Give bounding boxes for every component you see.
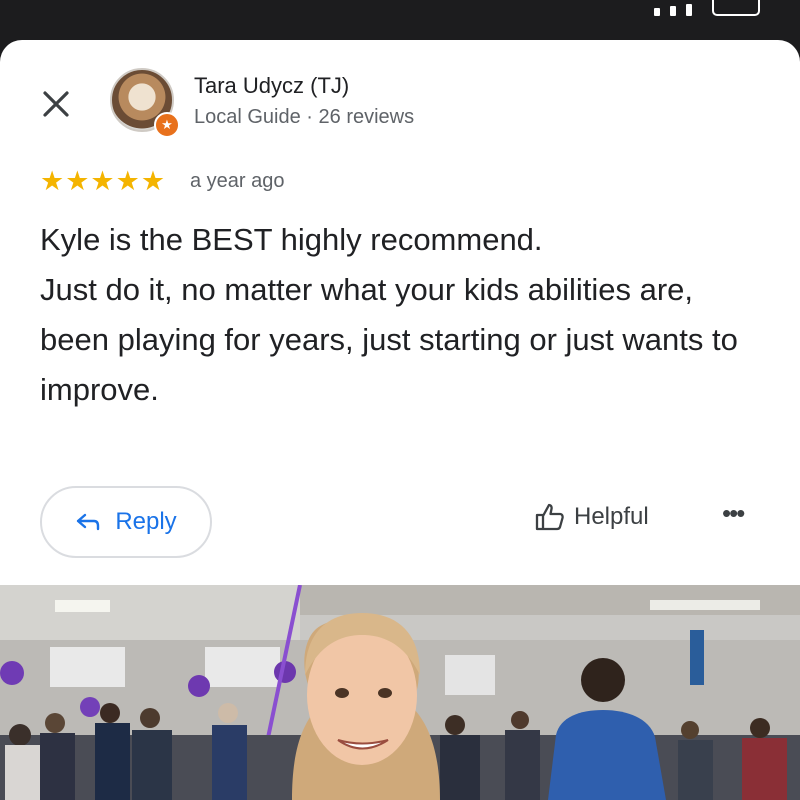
review-text: Kyle is the BEST highly recommend. Just … [40,222,738,407]
battery-icon [712,0,760,16]
signal-bar [654,8,660,16]
signal-bar [686,4,692,16]
photo-scene [0,585,800,800]
signal-bar [670,6,676,16]
rating-stars: ★★★★★ [40,166,167,196]
close-icon [43,91,69,117]
more-options-button[interactable]: ••• [722,498,745,529]
author-name[interactable]: Tara Udycz (TJ) [194,73,349,99]
reply-button[interactable]: Reply [40,486,212,558]
local-guide-star-icon: ★ [154,112,180,138]
status-bar [0,0,800,40]
helpful-label: Helpful [574,503,649,530]
status-indicators [654,0,760,16]
thumbs-up-icon [535,503,564,531]
review-time: a year ago [190,170,285,192]
review-card: ★ Tara Udycz (TJ) Local Guide · 26 revie… [0,40,800,800]
helpful-button[interactable]: Helpful [534,502,649,532]
reply-label: Reply [115,508,177,535]
review-photo[interactable] [0,585,800,800]
close-button[interactable] [36,84,76,124]
author-meta: Local Guide · 26 reviews [194,106,415,128]
reply-arrow-icon [77,513,100,531]
